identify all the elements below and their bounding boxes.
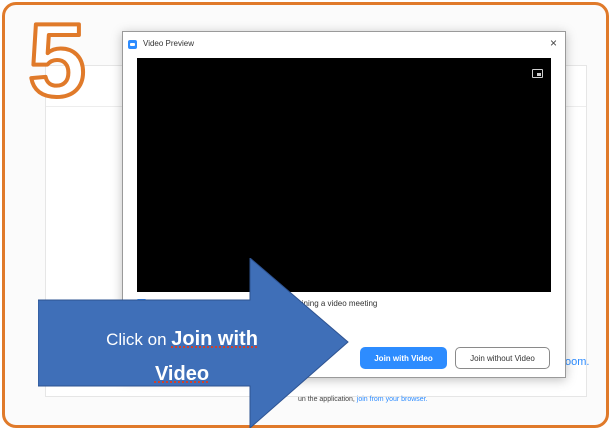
join-without-video-button[interactable]: Join without Video (455, 347, 550, 369)
callout-prefix: Click on (106, 330, 167, 349)
step-number-badge: 5 (26, 8, 88, 108)
callout-bold-line-1: Join with (171, 328, 258, 350)
background-side-text: oom. (565, 356, 590, 368)
callout-line-2: Video (72, 357, 292, 392)
callout-text: Click on Join with Video (72, 322, 292, 392)
join-with-video-button[interactable]: Join with Video (360, 347, 447, 369)
video-preview-area (137, 58, 551, 292)
picture-in-picture-icon[interactable] (532, 69, 543, 78)
callout-bold-line-2: Video (154, 363, 210, 385)
dialog-title: Video Preview (143, 39, 194, 48)
app-icon (128, 40, 137, 49)
dialog-titlebar: Video Preview × (123, 32, 565, 58)
callout-line-1: Click on Join with (72, 322, 292, 357)
close-icon[interactable]: × (550, 36, 557, 50)
step-number: 5 (28, 8, 86, 108)
